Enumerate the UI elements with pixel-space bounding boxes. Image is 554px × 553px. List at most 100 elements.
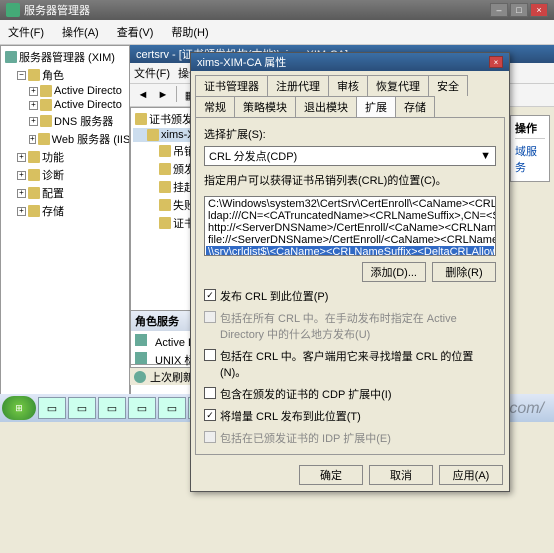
folder-icon: [159, 163, 171, 175]
tab-cert-manager[interactable]: 证书管理器: [195, 75, 268, 96]
tab-storage[interactable]: 存储: [395, 96, 435, 117]
ca-root-icon: [135, 113, 147, 125]
menu-help[interactable]: 帮助(H): [167, 22, 212, 42]
include-idp-ext-checkbox: [204, 431, 216, 443]
role-icon: [40, 99, 52, 111]
main-menubar: 文件(F) 操作(A) 查看(V) 帮助(H): [0, 20, 554, 45]
folder-icon: [28, 187, 40, 199]
tree-item[interactable]: 角色: [42, 67, 64, 83]
expand-icon[interactable]: +: [29, 135, 36, 144]
ok-button[interactable]: 确定: [299, 465, 363, 485]
include-cdp-ext-label: 包含在颁发的证书的 CDP 扩展中(I): [220, 386, 392, 402]
publish-crl-label: 发布 CRL 到此位置(P): [220, 288, 328, 304]
task-button[interactable]: ▭: [98, 397, 126, 419]
include-all-crl-checkbox: [204, 311, 216, 323]
folder-icon: [159, 199, 171, 211]
tree-item[interactable]: 诊断: [42, 167, 64, 183]
expand-icon[interactable]: +: [29, 101, 38, 110]
expand-icon[interactable]: +: [17, 171, 26, 180]
list-item[interactable]: ldap:///CN=<CATruncatedName><CRLNameSuff…: [206, 210, 494, 222]
cert-menu-file[interactable]: 文件(F): [134, 65, 170, 81]
minimize-button[interactable]: –: [490, 3, 508, 17]
task-button[interactable]: ▭: [68, 397, 96, 419]
start-button[interactable]: ⊞: [2, 396, 36, 420]
tree-item[interactable]: 功能: [42, 149, 64, 165]
tab-general[interactable]: 常规: [195, 96, 235, 117]
folder-icon: [159, 181, 171, 193]
main-titlebar: 服务器管理器 – □ ×: [0, 0, 554, 20]
refresh-icon: [134, 371, 146, 383]
folder-icon: [28, 205, 40, 217]
publish-crl-checkbox[interactable]: [204, 289, 216, 301]
publish-delta-crl-checkbox[interactable]: [204, 409, 216, 421]
close-button[interactable]: ×: [530, 3, 548, 17]
folder-icon: [28, 151, 40, 163]
expand-icon[interactable]: −: [17, 71, 26, 80]
list-item[interactable]: C:\Windows\system32\CertSrv\CertEnroll\<…: [206, 198, 494, 210]
role-icon: [135, 352, 147, 364]
tree-item[interactable]: 配置: [42, 185, 64, 201]
maximize-button[interactable]: □: [510, 3, 528, 17]
tab-recovery-agent[interactable]: 恢复代理: [367, 75, 429, 96]
ca-properties-dialog: xims-XIM-CA 属性 × 证书管理器 注册代理 审核 恢复代理 安全 常…: [190, 52, 510, 492]
role-icon: [40, 85, 52, 97]
include-cdp-ext-checkbox[interactable]: [204, 387, 216, 399]
apply-button[interactable]: 应用(A): [439, 465, 503, 485]
tab-audit[interactable]: 审核: [328, 75, 368, 96]
remove-button[interactable]: 删除(R): [432, 262, 496, 282]
add-button[interactable]: 添加(D)...: [362, 262, 426, 282]
tree-item[interactable]: Web 服务器 (IIS: [52, 131, 130, 147]
menu-file[interactable]: 文件(F): [4, 22, 48, 42]
expand-icon[interactable]: +: [17, 207, 26, 216]
expand-icon[interactable]: +: [17, 189, 26, 198]
tree-item[interactable]: DNS 服务器: [54, 113, 113, 129]
server-tree[interactable]: 服务器管理器 (XIM) − 角色 + Active Directo + Active…: [0, 45, 130, 395]
include-all-crl-label: 包括在所有 CRL 中。在手动发布时指定在 Active Directory 中…: [220, 310, 496, 342]
list-item[interactable]: http://<ServerDNSName>/CertEnroll/<CaNam…: [206, 222, 494, 234]
folder-icon: [159, 145, 171, 157]
cdp-locations-listbox[interactable]: C:\Windows\system32\CertSrv\CertEnroll\<…: [204, 196, 496, 256]
role-icon: [38, 133, 50, 145]
dialog-content: 选择扩展(S): CRL 分发点(CDP) ▼ 指定用户可以获得证书吊销列表(C…: [195, 117, 505, 455]
task-button[interactable]: ▭: [158, 397, 186, 419]
list-item[interactable]: \\srv\crldist$\<CaName><CRLNameSuffix><D…: [206, 246, 494, 256]
tab-security[interactable]: 安全: [428, 75, 468, 96]
folder-icon: [28, 169, 40, 181]
publish-delta-crl-label: 将增量 CRL 发布到此位置(T): [220, 408, 361, 424]
menu-action[interactable]: 操作(A): [58, 22, 103, 42]
tab-enrollment-agent[interactable]: 注册代理: [267, 75, 329, 96]
include-idp-ext-label: 包括在已颁发证书的 IDP 扩展中(E): [220, 430, 391, 446]
tree-item[interactable]: Active Directo: [54, 85, 122, 97]
action-item[interactable]: 域服务: [515, 141, 545, 177]
tab-extensions[interactable]: 扩展: [356, 96, 396, 117]
include-crl-delta-checkbox[interactable]: [204, 349, 216, 361]
ca-icon: [147, 129, 159, 141]
cancel-button[interactable]: 取消: [369, 465, 433, 485]
tab-policy-module[interactable]: 策略模块: [234, 96, 296, 117]
include-crl-delta-label: 包括在 CRL 中。客户端用它来寻找增量 CRL 的位置(N)。: [220, 348, 496, 380]
dialog-titlebar[interactable]: xims-XIM-CA 属性 ×: [191, 53, 509, 71]
dialog-footer: 确定 取消 应用(A): [191, 459, 509, 491]
select-extension-label: 选择扩展(S):: [204, 126, 496, 142]
extension-select[interactable]: CRL 分发点(CDP) ▼: [204, 146, 496, 166]
tree-item[interactable]: Active Directo: [54, 99, 122, 111]
task-button[interactable]: ▭: [128, 397, 156, 419]
expand-icon[interactable]: +: [17, 153, 26, 162]
action-pane: 操作 域服务: [510, 115, 550, 182]
tree-item[interactable]: 存储: [42, 203, 64, 219]
chevron-down-icon: ▼: [480, 150, 491, 162]
role-icon: [135, 334, 147, 346]
dialog-close-button[interactable]: ×: [489, 56, 503, 68]
expand-icon[interactable]: +: [29, 87, 38, 96]
forward-button[interactable]: ►: [154, 86, 172, 104]
server-icon: [5, 51, 17, 63]
task-button[interactable]: ▭: [38, 397, 66, 419]
back-button[interactable]: ◄: [134, 86, 152, 104]
extension-select-value: CRL 分发点(CDP): [209, 148, 297, 164]
expand-icon[interactable]: +: [29, 117, 38, 126]
menu-view[interactable]: 查看(V): [113, 22, 158, 42]
tab-exit-module[interactable]: 退出模块: [295, 96, 357, 117]
dialog-tabs-row1: 证书管理器 注册代理 审核 恢复代理 安全: [191, 71, 509, 96]
tree-root[interactable]: 服务器管理器 (XIM): [19, 49, 115, 65]
list-item[interactable]: file://<ServerDNSName>/CertEnroll/<CaNam…: [206, 234, 494, 246]
